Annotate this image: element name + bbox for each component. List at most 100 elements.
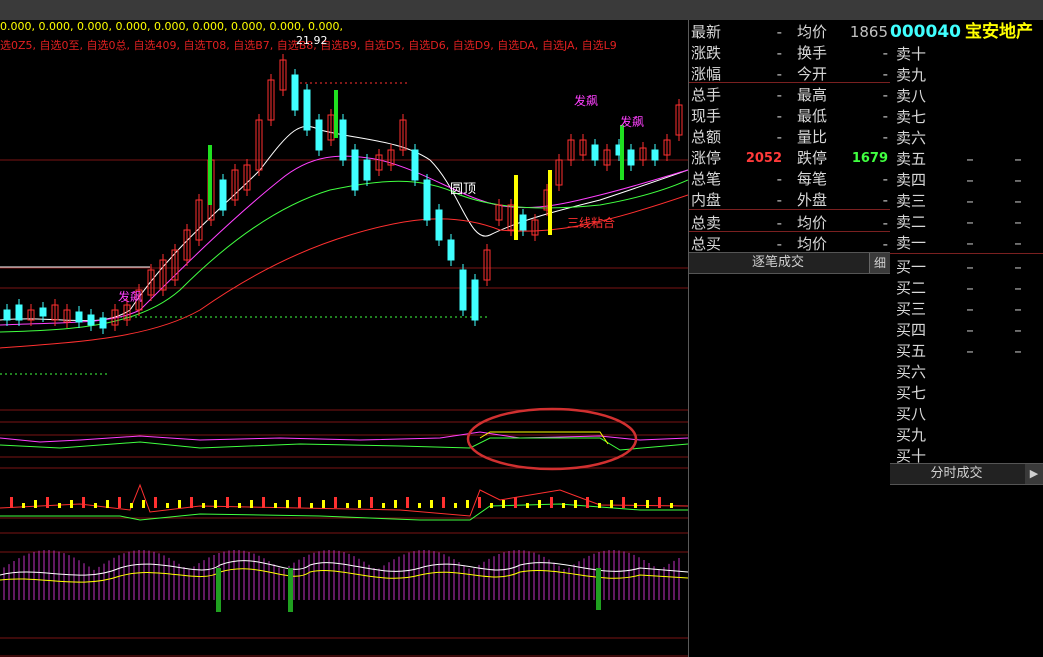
ma20-line xyxy=(0,179,688,333)
candle xyxy=(87,314,95,326)
quote-row: 最新 - 均价 1865 xyxy=(689,22,890,43)
book-label: 买六 xyxy=(896,363,927,381)
volume-bar xyxy=(130,503,133,508)
volume-bar xyxy=(154,497,157,508)
book-label: 卖十 xyxy=(896,45,927,63)
sanxian-label: 三线粘合 xyxy=(567,216,616,230)
volume-bar xyxy=(310,503,313,508)
expand-arrow-icon[interactable]: ▶ xyxy=(1025,464,1043,484)
candle xyxy=(339,119,347,161)
candle xyxy=(651,149,659,161)
minute-trade-button[interactable]: 分时成交 xyxy=(890,464,1023,484)
volume-bar xyxy=(142,500,145,508)
volume-bar xyxy=(94,503,97,508)
volume-bar xyxy=(58,503,61,508)
volume-bar xyxy=(370,497,373,508)
candle xyxy=(39,307,47,317)
volume-bar xyxy=(406,497,409,508)
volume-bar xyxy=(178,500,181,508)
quote-value: - xyxy=(882,191,888,209)
kline-svg[interactable] xyxy=(0,20,688,657)
detail-button[interactable]: 细 xyxy=(869,253,890,273)
indicator-value: 0.000, xyxy=(192,20,228,33)
book-row: 卖一 – – xyxy=(890,233,1043,254)
volume-bar xyxy=(70,500,73,508)
volume-bar xyxy=(226,497,229,508)
book-row: 卖三 – – xyxy=(890,191,1043,212)
indicator-value: 0.000, xyxy=(154,20,189,33)
candle xyxy=(471,279,479,321)
tick-trade-button[interactable]: 逐笔成交 xyxy=(689,253,867,273)
volume-bar xyxy=(490,503,493,508)
candle xyxy=(99,317,107,329)
volume-bar xyxy=(202,503,205,508)
book-row: 卖七 xyxy=(890,107,1043,128)
book-label: 卖二 xyxy=(896,213,927,231)
volume-bar xyxy=(598,503,601,508)
candle xyxy=(291,74,299,111)
book-price: – xyxy=(966,192,974,210)
candle xyxy=(519,214,527,231)
fabiao-label-3: 发飙 xyxy=(118,290,143,304)
volume-bar xyxy=(466,500,469,508)
book-volume: – xyxy=(1014,258,1022,276)
tick-trade-bar: 逐笔成交 细 xyxy=(689,252,890,274)
book-row: 买七 xyxy=(890,383,1043,404)
indicator-value: 0.000, xyxy=(269,20,305,33)
quote-value: - xyxy=(776,44,782,62)
quote-value: - xyxy=(882,107,888,125)
quote-value: - xyxy=(882,128,888,146)
book-row: 卖五 – – xyxy=(890,149,1043,170)
candle xyxy=(219,179,227,211)
book-row: 买五 – – xyxy=(890,341,1043,362)
book-volume: – xyxy=(1014,300,1022,318)
volume-bar xyxy=(298,497,301,508)
candle xyxy=(315,119,323,151)
signal-bar xyxy=(620,125,624,180)
volume-bar xyxy=(274,503,277,508)
volume-bar xyxy=(622,497,625,508)
quote-label: 现手 xyxy=(691,107,722,125)
stock-header: 000040 宝安地产 xyxy=(890,20,1043,44)
quote-separator xyxy=(689,231,890,232)
candle xyxy=(435,209,443,241)
quote-value: - xyxy=(882,86,888,104)
candle xyxy=(363,159,371,181)
stock-name: 宝安地产 xyxy=(964,22,1033,42)
indicator-value: 0.000, xyxy=(308,20,343,33)
book-row: 卖十 xyxy=(890,44,1043,65)
volume-bar xyxy=(106,500,109,508)
quote-value: - xyxy=(776,128,782,146)
book-row: 买四 – – xyxy=(890,320,1043,341)
book-volume: – xyxy=(1014,192,1022,210)
quote-panel: 最新 - 均价 1865 涨跌 - 换手 - 涨幅 - 今开 - 总手 - 最高 - 现手 - 最低 - 总额 - 量比 - 涨… xyxy=(688,20,891,657)
volume-bar xyxy=(286,500,289,508)
quote-label: 量比 xyxy=(797,128,828,146)
candle xyxy=(303,89,311,131)
volume-bar xyxy=(190,497,193,508)
quote-label: 换手 xyxy=(797,44,828,62)
volume-bar xyxy=(214,500,217,508)
book-row: 买三 – – xyxy=(890,299,1043,320)
top-bar xyxy=(0,0,1043,20)
volume-bar xyxy=(574,500,577,508)
volume-bar xyxy=(670,503,673,508)
quote-value: 1679 xyxy=(851,151,888,166)
volume-bar xyxy=(658,497,661,508)
book-label: 买一 xyxy=(896,258,927,276)
signal-bar xyxy=(596,568,601,610)
volume-bar xyxy=(334,497,337,508)
indicator-line xyxy=(0,431,688,443)
volume-bar xyxy=(82,497,85,508)
fabiao-label-1: 发飙 xyxy=(574,94,599,108)
book-volume: – xyxy=(1014,321,1022,339)
book-label: 买五 xyxy=(896,342,927,360)
quote-value: - xyxy=(776,170,782,188)
fabiao-label-2: 发飙 xyxy=(620,115,645,129)
book-label: 卖五 xyxy=(896,150,927,168)
volume-bar xyxy=(346,503,349,508)
kline-chart[interactable] xyxy=(0,20,688,657)
quote-label: 涨跌 xyxy=(691,44,722,62)
volume-bar xyxy=(250,500,253,508)
candle xyxy=(15,304,23,321)
